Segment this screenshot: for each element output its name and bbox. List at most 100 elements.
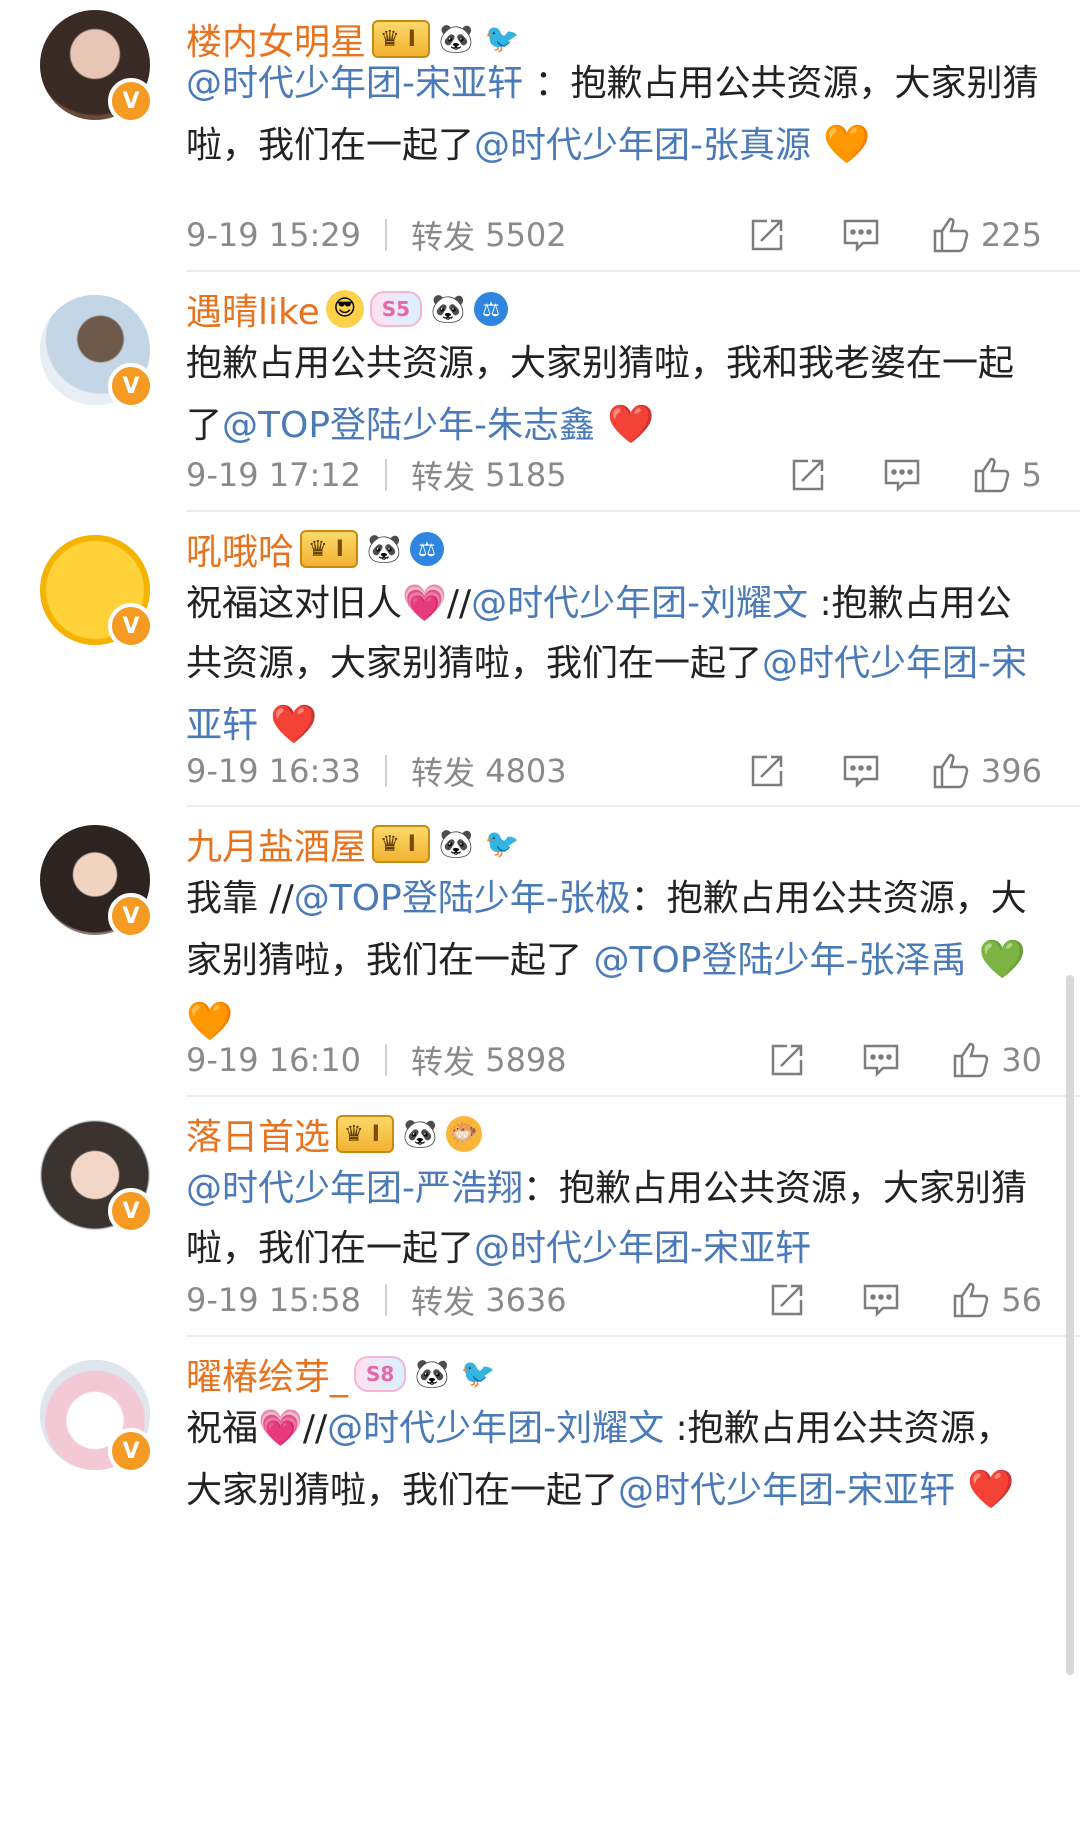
repost-label: 转发 [411,218,476,256]
mention-link[interactable]: @时代少年团-宋亚轩 [474,1228,811,1269]
like-button[interactable]: 396 [931,751,1042,791]
repost-label: 转发 [411,1283,476,1321]
thumbs-up-icon [954,1282,989,1318]
panda-icon: 🐼 [435,824,476,864]
like-button[interactable]: 30 [951,1040,1042,1080]
mention-link[interactable]: @时代少年团-张真源 [474,125,811,166]
divider [385,459,388,491]
post-date: 9-19 16:10 [186,1041,362,1079]
share-icon[interactable] [763,1036,811,1084]
mention-link[interactable]: @时代少年团-宋亚轩 [618,1470,955,1511]
mention-link[interactable]: @时代少年团-宋亚轩 [186,63,523,104]
verified-badge-icon: V [108,78,154,124]
bird-icon: 🐦 [484,22,520,55]
divider [385,219,388,251]
comment-icon[interactable] [857,1036,905,1084]
member-crown-badge[interactable]: ♛ I [336,1115,394,1153]
member-crown-badge[interactable]: ♛ I [372,825,430,863]
avatar[interactable]: V [40,295,154,409]
shield-icon: ⚖ [409,532,444,566]
comment-text: 祝福这对旧人💗//@时代少年团-刘耀文 :抱歉占用公共资源，大家别猜啦，我们在一… [186,583,1028,746]
avatar[interactable]: V [40,10,154,124]
post-date: 9-19 15:58 [186,1281,362,1319]
avatar[interactable]: V [40,535,154,649]
post-date: 9-19 17:12 [186,456,362,494]
repost-count: 4803 [485,752,567,790]
username[interactable]: 吼哦哈 [186,523,294,575]
divider [385,755,388,787]
like-button[interactable]: 56 [951,1280,1042,1320]
repost-label: 转发 [411,1043,476,1081]
username[interactable]: 九月盐酒屋 [186,818,366,870]
like-button[interactable]: 225 [931,215,1042,255]
bird-icon: 🐦 [460,1357,496,1390]
like-button[interactable]: 5 [972,455,1042,495]
comment-item: V 曜椿绘芽_ S8 🐼 🐦 祝福💗//@时代少年团-刘耀文 :抱歉占用公共资源… [0,1335,1080,1585]
comment-item: V 遇晴like 😎 S5 🐼 ⚖ 抱歉占用公共资源，大家别猜啦，我和我老婆在一… [0,270,1080,510]
svip-badge[interactable]: S8 [354,1356,407,1392]
panda-icon: 🐼 [428,289,469,329]
crown-icon: ♛ [380,831,400,857]
mention-link[interactable]: @时代少年团-刘耀文 [327,1408,664,1449]
share-icon[interactable] [743,747,791,795]
verified-badge-icon: V [108,603,154,649]
avatar[interactable]: V [40,1120,154,1234]
repost-count: 5185 [485,456,567,494]
comment-item: V 楼内女明星 ♛ I 🐼 🐦 @时代少年团-宋亚轩 ：抱歉占用公共资源，大家别猜… [0,0,1080,270]
verified-badge-icon: V [108,363,154,409]
comment-text: 我靠 //@TOP登陆少年-张极：抱歉占用公共资源，大家别猜啦，我们在一起了 @… [186,878,1027,1043]
avatar[interactable]: V [40,1360,154,1474]
crown-icon: ♛ [344,1121,364,1147]
share-icon[interactable] [763,1276,811,1324]
comment-meta: 9-19 15:58 转发 3636 56 [186,1275,1042,1325]
comment-icon[interactable] [857,1276,905,1324]
mention-link[interactable]: @TOP登陆少年-张泽禹 [593,940,966,981]
comment-meta: 9-19 15:29 转发 5502 225 [186,210,1042,260]
comment-text: 抱歉占用公共资源，大家别猜啦，我和我老婆在一起了@TOP登陆少年-朱志鑫 ❤️ [186,343,1015,446]
comment-meta: 9-19 17:12 转发 5185 5 [186,450,1042,500]
crown-icon: ♛ [380,26,400,52]
mention-link[interactable]: @时代少年团-刘耀文 [471,583,808,624]
bird-icon: 🐦 [484,827,520,860]
thumbs-up-icon [933,217,969,253]
share-icon[interactable] [743,211,791,259]
comment-item: V 九月盐酒屋 ♛ I 🐼 🐦 我靠 //@TOP登陆少年-张极：抱歉占用公共资源… [0,805,1080,1095]
comment-item: V 吼哦哈 ♛ I 🐼 ⚖ 祝福这对旧人💗//@时代少年团-刘耀文 :抱歉占用公共… [0,510,1080,805]
comment-meta: 9-19 16:10 转发 5898 30 [186,1035,1042,1085]
comment-icon[interactable] [837,211,885,259]
share-icon[interactable] [784,451,832,499]
comment-text: 祝福💗//@时代少年团-刘耀文 :抱歉占用公共资源，大家别猜啦，我们在一起了@时… [186,1408,1015,1511]
thumbs-up-icon [933,753,969,789]
scrollbar[interactable] [1066,975,1074,1675]
username[interactable]: 落日首选 [186,1108,330,1160]
panda-icon: 🐼 [412,1354,453,1394]
shield-icon: ⚖ [474,292,509,326]
svip-badge[interactable]: S5 [369,291,423,327]
divider [385,1284,388,1316]
mention-link[interactable]: @TOP登陆少年-朱志鑫 [222,405,595,446]
verified-badge-icon: V [108,1188,154,1234]
comment-icon[interactable] [878,451,926,499]
sunglasses-icon: 😎 [325,290,364,328]
member-crown-badge[interactable]: ♛ I [300,530,358,568]
comment-text: @时代少年团-宋亚轩 ：抱歉占用公共资源，大家别猜啦，我们在一起了@时代少年团-… [186,63,1039,166]
fish-icon: 🐡 [445,1116,482,1152]
avatar[interactable]: V [40,825,154,939]
mention-link[interactable]: @TOP登陆少年-张极 [294,878,631,919]
repost-count: 3636 [485,1281,567,1319]
mention-link[interactable]: @时代少年团-严浩翔 [186,1168,523,1209]
post-date: 9-19 16:33 [186,752,362,790]
username[interactable]: 曜椿绘芽_ [186,1348,348,1400]
crown-icon: ♛ [308,536,328,562]
panda-icon: 🐼 [435,19,476,59]
thumbs-up-icon [954,1042,989,1078]
verified-badge-icon: V [108,893,154,939]
verified-badge-icon: V [108,1428,154,1474]
comment-icon[interactable] [837,747,885,795]
member-crown-badge[interactable]: ♛ I [372,20,430,58]
username[interactable]: 遇晴like [186,283,320,335]
repost-count: 5898 [485,1041,567,1079]
divider [385,1044,388,1076]
repost-label: 转发 [411,458,476,496]
panda-icon: 🐼 [399,1114,440,1154]
